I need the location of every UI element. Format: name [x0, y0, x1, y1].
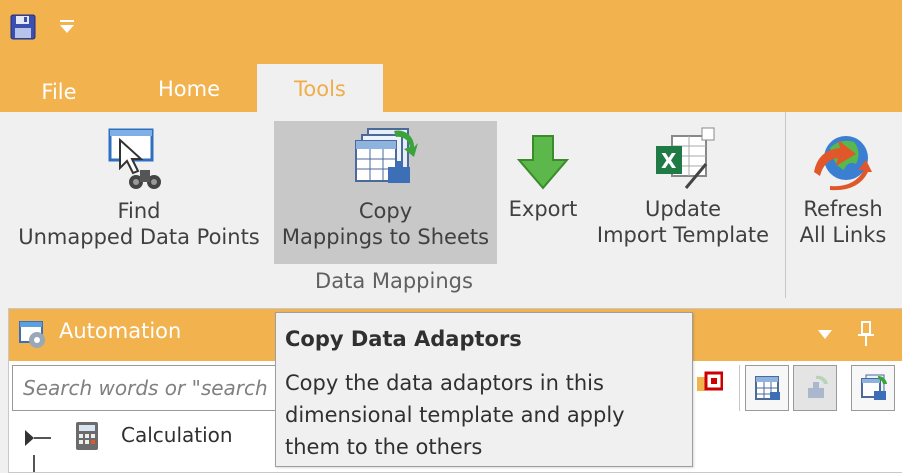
svg-text:X: X [661, 149, 677, 173]
export-button[interactable]: Export [503, 120, 583, 264]
copy-mappings-icon [354, 127, 418, 191]
refresh-label-line1: Refresh [803, 197, 883, 221]
tab-tools[interactable]: Tools [257, 64, 383, 113]
update-import-template-button[interactable]: X Update Import Template [590, 120, 776, 264]
adaptor-button[interactable] [793, 365, 837, 411]
update-label-line2: Import Template [596, 223, 770, 247]
calculator-icon [75, 421, 101, 451]
expand-arrow-icon[interactable] [21, 427, 55, 449]
title-bar [0, 0, 902, 64]
copy-grid-button[interactable] [851, 365, 895, 411]
tab-home[interactable]: Home [148, 64, 230, 112]
find-unmapped-icon [106, 126, 172, 192]
find-label-line1: Find [117, 199, 161, 223]
tree-connector-line [33, 455, 35, 472]
automation-panel-title: Automation [59, 319, 182, 343]
export-label: Export [508, 197, 578, 221]
customize-quick-access-icon[interactable] [58, 18, 76, 36]
find-label-line2: Unmapped Data Points [18, 225, 260, 249]
tooltip-title: Copy Data Adaptors [285, 327, 522, 351]
copy-mappings-to-sheets-button[interactable]: Copy Mappings to Sheets [274, 121, 497, 264]
export-arrow-icon [515, 134, 571, 190]
clear-filter-icon[interactable] [697, 371, 724, 397]
update-label-line1: Update [644, 197, 722, 221]
copy-label-line2: Mappings to Sheets [281, 225, 490, 249]
automation-search-input[interactable]: Search words or "search t [12, 365, 282, 411]
excel-template-icon: X [650, 126, 716, 192]
copy-grid-icon [860, 374, 888, 402]
refresh-label-line2: All Links [799, 223, 887, 247]
tab-file[interactable]: File [24, 67, 94, 115]
toolbar-divider [739, 365, 740, 411]
copy-label-line1: Copy [358, 199, 413, 223]
tooltip-body: Copy the data adaptors in this dimension… [285, 371, 625, 459]
ribbon-tab-row: File Home Tools [0, 64, 902, 113]
panel-dropdown-icon[interactable] [817, 327, 833, 343]
ribbon-group-label: Data Mappings [315, 269, 473, 293]
ribbon-group-divider [785, 112, 786, 298]
grid-view-icon [754, 374, 782, 402]
refresh-all-links-button[interactable]: Refresh All Links [794, 120, 892, 264]
adaptor-icon [802, 374, 830, 402]
grid-view-button[interactable] [745, 365, 789, 411]
pin-icon[interactable] [857, 321, 875, 347]
tree-item-label: Calculation [121, 423, 233, 447]
find-unmapped-data-points-button[interactable]: Find Unmapped Data Points [10, 120, 268, 264]
tooltip-copy-data-adaptors: Copy Data Adaptors Copy the data adaptor… [275, 312, 693, 467]
ribbon-panel: Find Unmapped Data Points Copy Mappings … [0, 112, 902, 298]
automation-gear-icon [19, 321, 47, 349]
save-icon[interactable] [10, 14, 36, 40]
refresh-links-icon [810, 130, 872, 192]
